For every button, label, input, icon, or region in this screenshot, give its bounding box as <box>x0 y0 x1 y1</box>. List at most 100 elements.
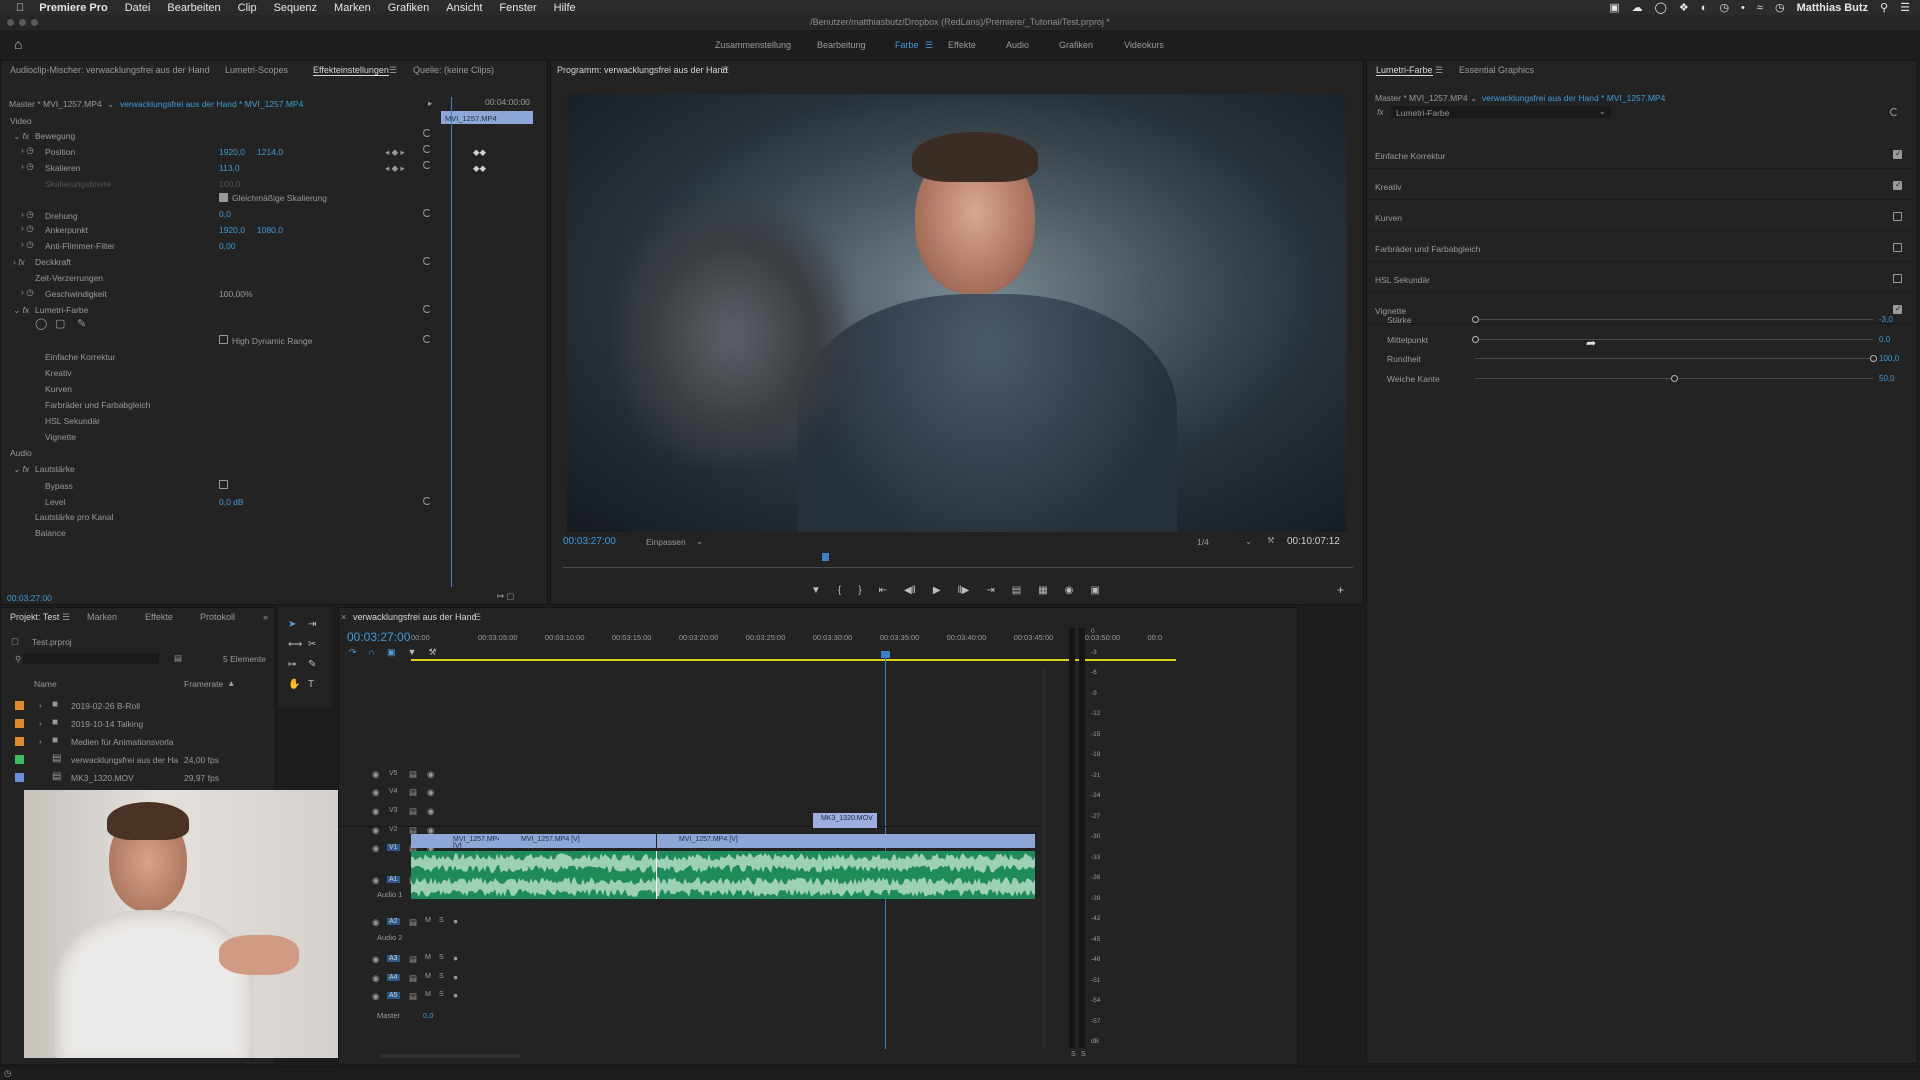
keyframe-diamond-icon[interactable]: ◆◆ <box>473 163 486 174</box>
mark-out-button[interactable]: } <box>858 585 861 599</box>
skalieren-value[interactable]: 113,0 <box>219 163 240 173</box>
track-label[interactable]: V1 <box>387 844 400 851</box>
timeline-vertical-scrollbar[interactable] <box>1042 668 1046 1048</box>
workspace-farbe[interactable]: Farbe <box>895 40 919 50</box>
stopwatch-icon[interactable]: › ◷ <box>21 145 34 156</box>
mute-button[interactable]: M <box>425 917 431 924</box>
keyframe-nav-icon[interactable]: ◂ ◆ ▸ <box>385 147 405 158</box>
keyframe-diamond-icon[interactable]: ◆◆ <box>473 147 486 158</box>
workspace-videokurs[interactable]: Videokurs <box>1124 40 1164 50</box>
step-back-button[interactable]: ◀‖ <box>904 585 916 599</box>
panel-menu-icon[interactable]: ☰ <box>62 612 70 623</box>
lock-icon[interactable]: ◉ <box>372 991 379 1002</box>
lock-icon[interactable]: ◉ <box>372 954 379 965</box>
mute-button[interactable]: M <box>425 991 431 998</box>
vignette-slider-track[interactable] <box>1475 358 1873 359</box>
workspace-zusammenstellung[interactable]: Zusammenstellung <box>715 40 791 50</box>
type-tool-icon[interactable]: T <box>308 679 314 690</box>
tab-lumetri-farbe[interactable]: Lumetri-Farbe <box>1376 65 1433 76</box>
timeline-ruler[interactable]: 00:00 00:03:05:00 00:03:10:00 00:03:15:00 00… <box>411 632 1181 648</box>
linked-selection-icon[interactable]: ▣ <box>387 647 396 658</box>
lumetri-section[interactable]: Einfache Korrektur ✓ <box>1368 139 1916 169</box>
reset-icon[interactable] <box>423 129 431 137</box>
audio-clip[interactable] <box>411 851 1035 899</box>
tab-lumetri-scopes[interactable]: Lumetri-Scopes <box>225 65 288 75</box>
reset-icon[interactable] <box>423 209 431 217</box>
solo-button[interactable]: S <box>439 954 444 961</box>
chevron-right-icon[interactable]: › <box>39 736 42 746</box>
geschwindigkeit-value[interactable]: 100,00% <box>219 289 253 299</box>
track-label[interactable]: V3 <box>387 807 400 814</box>
time-machine-icon[interactable]: ◷ <box>1719 1 1729 14</box>
lumetri-clip-link[interactable]: verwacklungsfrei aus der Hand * MVI_1257… <box>1482 93 1665 103</box>
chevron-right-icon[interactable]: › <box>39 700 42 710</box>
label-color-swatch[interactable] <box>15 701 24 710</box>
play-button[interactable]: ▶ <box>933 585 941 599</box>
lumetri-section-checkbox[interactable]: ✓ <box>1893 149 1902 159</box>
microphone-icon[interactable]: ● <box>453 953 458 963</box>
menu-clip[interactable]: Clip <box>238 2 257 14</box>
home-icon[interactable]: ⌂ <box>14 36 22 52</box>
chevron-down-icon[interactable]: ⌄ <box>107 99 114 110</box>
project-item[interactable]: › ■ 2019-10-14 Talking <box>1 717 271 733</box>
reset-icon[interactable] <box>1890 108 1898 116</box>
go-to-in-button[interactable]: ⇤ <box>879 585 887 599</box>
menu-fenster[interactable]: Fenster <box>499 2 536 14</box>
workspace-grafiken[interactable]: Grafiken <box>1059 40 1093 50</box>
label-color-swatch[interactable] <box>15 737 24 746</box>
lock-icon[interactable]: ◉ <box>372 806 379 817</box>
reset-icon[interactable] <box>423 335 431 343</box>
notifications-icon[interactable]: ☰ <box>1900 1 1910 14</box>
zoom-window-button[interactable] <box>31 19 38 26</box>
tab-quelle[interactable]: Quelle: (keine Clips) <box>413 65 494 75</box>
chevron-down-icon[interactable]: ⌄ <box>1470 93 1477 104</box>
menu-bearbeiten[interactable]: Bearbeiten <box>167 2 220 14</box>
vignette-slider-knob[interactable] <box>1671 374 1678 382</box>
panel-menu-icon[interactable]: ☰ <box>473 612 481 623</box>
razor-tool-icon[interactable]: ✂ <box>308 639 316 650</box>
effect-balance[interactable]: Balance <box>35 528 66 538</box>
menu-hilfe[interactable]: Hilfe <box>554 2 576 14</box>
track-label[interactable]: V2 <box>387 826 400 833</box>
track-name-master_val[interactable]: 0,0 <box>423 1011 433 1020</box>
effect-lautstaerke-kanal[interactable]: Lautstärke pro Kanal <box>35 512 113 522</box>
overflow-icon[interactable]: » <box>263 612 268 622</box>
search-icon[interactable]: ⚲ <box>15 654 21 665</box>
solo-button[interactable]: S <box>439 973 444 980</box>
track-label[interactable]: A4 <box>387 974 400 981</box>
tab-effekteinstellungen[interactable]: Effekteinstellungen <box>313 65 389 76</box>
fit-dropdown[interactable]: Einpassen <box>646 537 686 547</box>
lumetri-section-checkbox[interactable]: ✓ <box>1893 180 1902 190</box>
timeline-timecode[interactable]: 00:03:27:00 <box>347 630 410 644</box>
sync-lock-icon[interactable]: ▤ <box>409 917 417 928</box>
marker-button[interactable]: ▼ <box>811 585 821 599</box>
ripple-edit-tool-icon[interactable]: ⟷ <box>288 639 302 650</box>
wrench-icon[interactable]: ⚒ <box>1267 535 1275 546</box>
stopwatch-icon[interactable]: › ◷ <box>21 161 34 172</box>
lock-icon[interactable]: ◉ <box>372 769 379 780</box>
reset-icon[interactable] <box>423 497 431 505</box>
program-playhead[interactable] <box>822 553 829 561</box>
vignette-slider-value[interactable]: 0,0 <box>1879 335 1890 344</box>
adjustment-clip[interactable]: MK3_1320.MOV <box>813 813 877 828</box>
app-menu[interactable]: Premiere Pro <box>39 2 107 14</box>
track-label[interactable]: A1 <box>387 876 400 883</box>
panel-menu-icon[interactable]: ☰ <box>721 65 729 76</box>
lumetri-vignette[interactable]: Vignette <box>45 432 76 442</box>
close-tab-icon[interactable]: × <box>341 612 346 622</box>
pen-mask-icon[interactable]: ✎ <box>77 317 86 330</box>
clock-icon[interactable]: ◷ <box>1775 1 1785 14</box>
pen-tool-icon[interactable]: ✎ <box>308 659 316 670</box>
ellipse-mask-icon[interactable]: ◯ <box>35 317 47 330</box>
eye-icon[interactable]: ◉ <box>427 769 434 780</box>
lumetri-section[interactable]: Kreativ ✓ <box>1368 170 1916 200</box>
sync-lock-icon[interactable]: ▤ <box>409 973 417 984</box>
cloud-icon[interactable]: ☁ <box>1632 1 1643 14</box>
lumetri-section-checkbox[interactable]: ✓ <box>1893 304 1902 314</box>
anti-flimmer-value[interactable]: 0,00 <box>219 241 236 251</box>
keyframe-nav-icon[interactable]: ◂ ◆ ▸ <box>385 163 405 174</box>
tab-essential-graphics[interactable]: Essential Graphics <box>1459 65 1534 75</box>
search-icon[interactable]: ⚲ <box>1880 1 1888 14</box>
compare-view-button[interactable]: ▣ <box>1090 585 1099 599</box>
vignette-slider-value[interactable]: 100,0 <box>1879 354 1899 363</box>
